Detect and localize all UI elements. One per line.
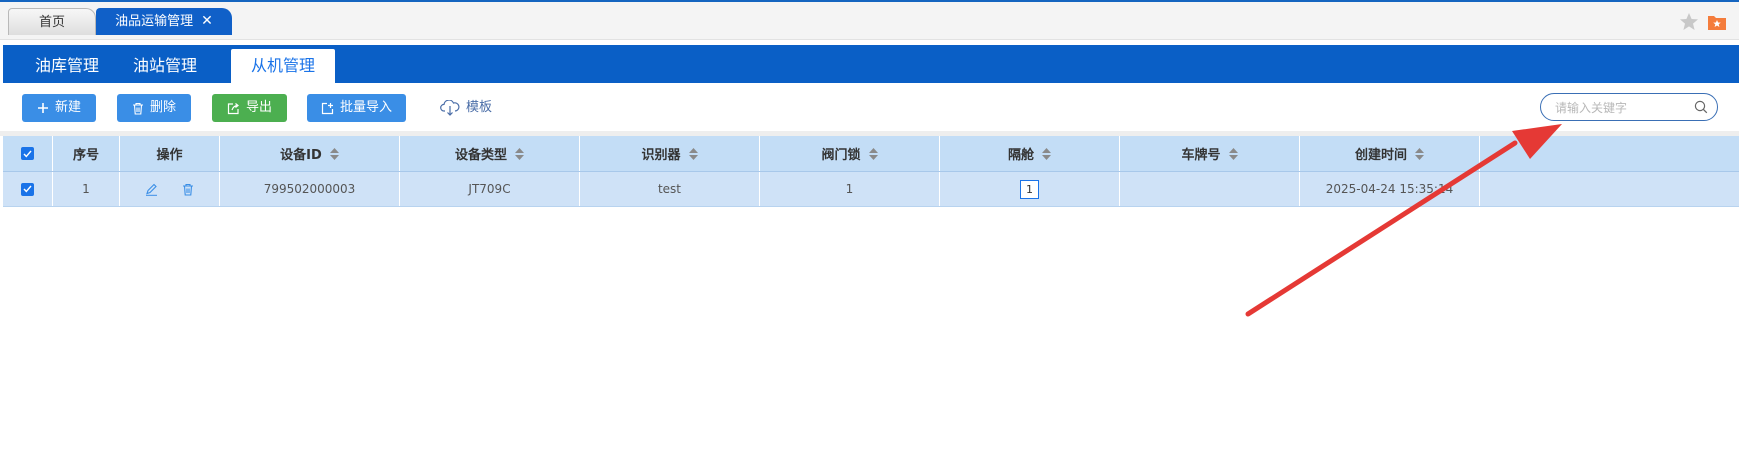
toolbar: 新建 删除 导出 批量导入 模板 xyxy=(0,83,1739,131)
export-button-label: 导出 xyxy=(245,100,272,115)
star-icon[interactable] xyxy=(1679,12,1699,32)
col-device-type-label: 设备类型 xyxy=(454,148,507,163)
sort-icon[interactable] xyxy=(1228,147,1238,160)
export-icon xyxy=(227,102,239,114)
compartment-badge[interactable]: 1 xyxy=(1020,179,1039,199)
device-table: 序号 操作 设备ID 设备类型 识别器 阀门锁 隔舱 车牌号 创建时间 1 79… xyxy=(3,136,1739,207)
col-actions-label: 操作 xyxy=(156,148,183,163)
sort-icon[interactable] xyxy=(329,147,339,160)
edit-icon[interactable] xyxy=(145,183,158,196)
col-compartment-label: 隔舱 xyxy=(1007,148,1034,163)
cell-plate xyxy=(1120,172,1300,206)
tab-oil-station[interactable]: 油站管理 xyxy=(121,49,209,83)
select-all-checkbox[interactable] xyxy=(21,147,34,160)
sort-icon[interactable] xyxy=(868,147,878,160)
template-button[interactable]: 模板 xyxy=(438,94,494,122)
col-actions: 操作 xyxy=(120,136,220,171)
col-created[interactable]: 创建时间 xyxy=(1300,136,1480,171)
top-tab-bar: 首页 油品运输管理 ✕ xyxy=(0,0,1739,40)
batch-import-button[interactable]: 批量导入 xyxy=(307,94,406,122)
cell-created-value: 2025-04-24 15:35:14 xyxy=(1325,182,1454,196)
batch-import-button-label: 批量导入 xyxy=(339,100,392,115)
cell-actions xyxy=(120,172,220,206)
cell-recognizer-value: test xyxy=(657,182,682,196)
tab-oil-depot[interactable]: 油库管理 xyxy=(23,49,111,83)
col-compartment[interactable]: 隔舱 xyxy=(940,136,1120,171)
module-tab-bar: 油库管理 油站管理 从机管理 xyxy=(3,45,1739,83)
tab-oil-transport-label: 油品运输管理 xyxy=(115,14,194,29)
col-created-label: 创建时间 xyxy=(1354,148,1407,163)
template-button-label: 模板 xyxy=(465,100,492,115)
sort-icon[interactable] xyxy=(688,147,698,160)
sort-icon[interactable] xyxy=(515,147,524,160)
row-checkbox[interactable] xyxy=(21,182,34,196)
col-recognizer[interactable]: 识别器 xyxy=(580,136,760,171)
col-device-id-label: 设备ID xyxy=(280,148,322,163)
cell-device-id-value: 799502000003 xyxy=(263,182,356,196)
new-button[interactable]: 新建 xyxy=(22,94,96,122)
cell-index-value: 1 xyxy=(82,182,90,196)
tab-home[interactable]: 首页 xyxy=(8,8,96,35)
col-valve-lock-label: 阀门锁 xyxy=(821,148,861,163)
plus-icon xyxy=(37,103,48,113)
table-header: 序号 操作 设备ID 设备类型 识别器 阀门锁 隔舱 车牌号 创建时间 xyxy=(3,136,1739,172)
col-device-type[interactable]: 设备类型 xyxy=(400,136,580,171)
tab-oil-station-label: 油站管理 xyxy=(132,56,197,75)
cell-created: 2025-04-24 15:35:14 xyxy=(1300,172,1480,206)
table-row[interactable]: 1 799502000003 JT709C test 1 1 2025-04-2… xyxy=(3,172,1739,207)
cell-device-type-value: JT709C xyxy=(468,182,511,196)
close-icon[interactable]: ✕ xyxy=(201,13,213,29)
new-button-label: 新建 xyxy=(54,100,81,115)
col-plate[interactable]: 车牌号 xyxy=(1120,136,1300,171)
sort-icon[interactable] xyxy=(1042,147,1051,160)
col-device-id[interactable]: 设备ID xyxy=(220,136,400,171)
row-select-cell xyxy=(3,172,53,206)
cloud-download-icon xyxy=(440,100,460,116)
cell-valve-lock: 1 xyxy=(760,172,940,206)
tab-slave-device[interactable]: 从机管理 xyxy=(231,49,335,83)
tab-home-label: 首页 xyxy=(38,15,65,30)
cell-device-type: JT709C xyxy=(400,172,580,206)
delete-button-label: 删除 xyxy=(149,100,176,115)
export-button[interactable]: 导出 xyxy=(212,94,287,122)
tab-oil-transport[interactable]: 油品运输管理 ✕ xyxy=(96,8,232,35)
cell-index: 1 xyxy=(53,172,120,206)
trash-icon[interactable] xyxy=(182,183,194,196)
cell-recognizer: test xyxy=(580,172,760,206)
col-valve-lock[interactable]: 阀门锁 xyxy=(760,136,940,171)
tab-slave-device-label: 从机管理 xyxy=(250,56,315,75)
cell-valve-lock-value: 1 xyxy=(845,182,854,196)
search-icon[interactable] xyxy=(1694,100,1708,114)
tab-oil-depot-label: 油库管理 xyxy=(34,56,99,75)
delete-button[interactable]: 删除 xyxy=(117,94,191,122)
col-plate-label: 车牌号 xyxy=(1181,148,1221,163)
search-box xyxy=(1540,93,1718,121)
select-all-cell xyxy=(3,136,53,171)
import-icon xyxy=(321,102,334,114)
sort-icon[interactable] xyxy=(1415,147,1424,160)
col-index: 序号 xyxy=(53,136,120,171)
trash-icon xyxy=(132,102,143,115)
col-recognizer-label: 识别器 xyxy=(641,148,681,163)
cell-device-id: 799502000003 xyxy=(220,172,400,206)
folder-icon[interactable] xyxy=(1707,12,1727,32)
col-index-label: 序号 xyxy=(72,148,99,163)
cell-compartment: 1 xyxy=(940,172,1120,206)
search-input[interactable] xyxy=(1553,99,1687,117)
